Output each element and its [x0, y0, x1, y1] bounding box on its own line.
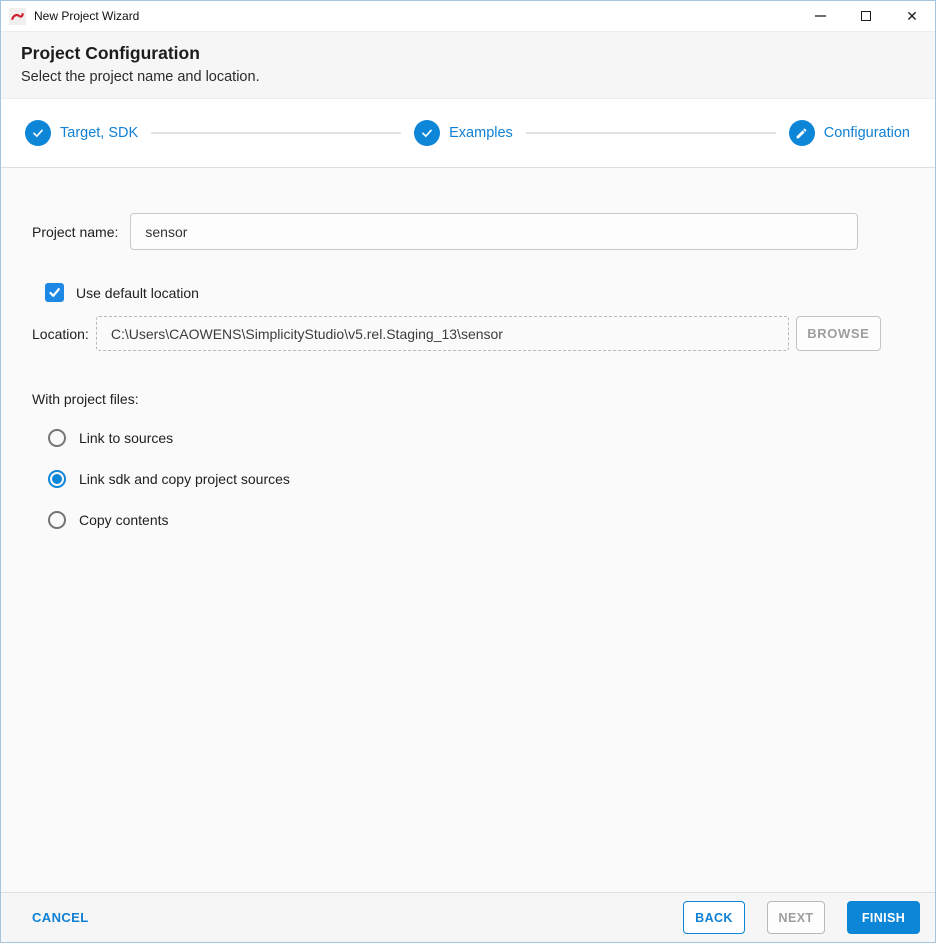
step-label: Target, SDK	[60, 125, 139, 141]
check-icon	[414, 120, 441, 146]
step-label: Configuration	[823, 125, 910, 141]
radio-label: Link to sources	[79, 430, 174, 446]
use-default-location-label: Use default location	[76, 284, 199, 301]
location-label: Location:	[32, 325, 89, 342]
wizard-footer: CANCEL BACK NEXT FINISH	[1, 892, 935, 942]
with-project-files-label: With project files:	[32, 391, 139, 407]
radio-unselected-icon[interactable]	[48, 511, 66, 529]
step-connector	[151, 132, 402, 134]
window-controls: ✕	[797, 1, 935, 31]
step-connector	[525, 132, 776, 134]
finish-button[interactable]: FINISH	[847, 901, 920, 934]
app-logo-icon	[9, 7, 26, 25]
radio-selected-icon[interactable]	[48, 470, 66, 488]
step-target-sdk[interactable]: Target, SDK	[25, 120, 138, 146]
radio-unselected-icon[interactable]	[48, 429, 66, 447]
step-configuration[interactable]: Configuration	[788, 120, 910, 146]
close-icon: ✕	[906, 8, 918, 24]
page-title: Project Configuration	[21, 43, 200, 63]
back-button[interactable]: BACK	[683, 901, 745, 934]
radio-link-to-sources[interactable]: Link to sources	[48, 428, 935, 448]
step-label: Examples	[449, 125, 513, 141]
radio-label: Link sdk and copy project sources	[79, 471, 290, 487]
use-default-location-row[interactable]: Use default location	[45, 283, 935, 302]
location-row: Location: BROWSE	[32, 316, 935, 351]
minimize-button[interactable]	[797, 1, 843, 31]
close-button[interactable]: ✕	[889, 1, 935, 31]
page-subtitle: Select the project name and location.	[21, 69, 260, 85]
maximize-icon	[861, 11, 871, 21]
radio-copy-contents[interactable]: Copy contents	[48, 510, 935, 530]
new-project-wizard-window: New Project Wizard ✕ Project Configurati…	[0, 0, 936, 943]
wizard-stepper: Target, SDK Examples Configuration	[1, 99, 935, 168]
check-icon	[25, 120, 51, 146]
pencil-icon	[788, 120, 815, 146]
project-name-input[interactable]	[130, 213, 859, 250]
wizard-header: Project Configuration Select the project…	[1, 32, 935, 99]
titlebar: New Project Wizard ✕	[1, 1, 935, 32]
next-button[interactable]: NEXT	[767, 901, 825, 934]
window-title: New Project Wizard	[34, 9, 140, 23]
radio-link-sdk-copy-sources[interactable]: Link sdk and copy project sources	[48, 469, 935, 489]
maximize-button[interactable]	[843, 1, 889, 31]
project-name-label: Project name:	[32, 223, 119, 240]
browse-button[interactable]: BROWSE	[795, 316, 881, 351]
step-examples[interactable]: Examples	[414, 120, 513, 146]
configuration-form: Project name: Use default location Locat…	[1, 168, 935, 892]
location-input[interactable]	[95, 316, 789, 351]
checkbox-checked-icon[interactable]	[45, 283, 64, 302]
radio-label: Copy contents	[79, 512, 169, 528]
project-name-row: Project name:	[32, 213, 935, 250]
cancel-button[interactable]: CANCEL	[32, 910, 89, 925]
minimize-icon	[814, 15, 826, 17]
